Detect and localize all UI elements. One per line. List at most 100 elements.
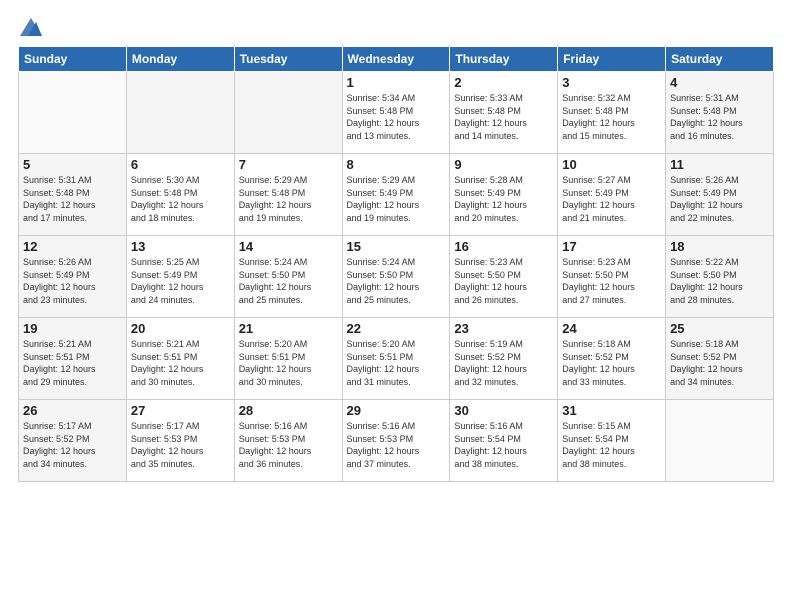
day-info: Sunrise: 5:34 AM Sunset: 5:48 PM Dayligh…: [347, 92, 446, 142]
calendar-cell: 4 Sunrise: 5:31 AM Sunset: 5:48 PM Daylig…: [666, 72, 774, 154]
day-number: 27: [131, 403, 230, 418]
calendar-cell: 19 Sunrise: 5:21 AM Sunset: 5:51 PM Dayli…: [19, 318, 127, 400]
day-info: Sunrise: 5:31 AM Sunset: 5:48 PM Dayligh…: [23, 174, 122, 224]
calendar-cell: 15 Sunrise: 5:24 AM Sunset: 5:50 PM Dayli…: [342, 236, 450, 318]
calendar-cell: 11Sunrise: 5:26 AM Sunset: 5:49 PM Dayli…: [666, 154, 774, 236]
calendar-cell: 2Sunrise: 5:33 AM Sunset: 5:48 PM Daylig…: [450, 72, 558, 154]
calendar-cell: 5Sunrise: 5:31 AM Sunset: 5:48 PM Daylig…: [19, 154, 127, 236]
day-number: 25: [670, 321, 769, 336]
day-info: Sunrise: 5:31 AM Sunset: 5:48 PM Dayligh…: [670, 92, 769, 142]
day-info: Sunrise: 5:21 AM Sunset: 5:51 PM Dayligh…: [131, 338, 230, 388]
day-number: 10: [562, 157, 661, 172]
day-number: 20: [131, 321, 230, 336]
weekday-header-row: SundayMondayTuesdayWednesdayThursdayFrid…: [19, 47, 774, 72]
header: [18, 18, 774, 36]
calendar-cell: [126, 72, 234, 154]
day-info: Sunrise: 5:17 AM Sunset: 5:53 PM Dayligh…: [131, 420, 230, 470]
day-info: Sunrise: 5:19 AM Sunset: 5:52 PM Dayligh…: [454, 338, 553, 388]
day-info: Sunrise: 5:26 AM Sunset: 5:49 PM Dayligh…: [23, 256, 122, 306]
day-info: Sunrise: 5:18 AM Sunset: 5:52 PM Dayligh…: [562, 338, 661, 388]
calendar-cell: 8 Sunrise: 5:29 AM Sunset: 5:49 PM Daylig…: [342, 154, 450, 236]
calendar-cell: 29Sunrise: 5:16 AM Sunset: 5:53 PM Dayli…: [342, 400, 450, 482]
calendar-cell: 25Sunrise: 5:18 AM Sunset: 5:52 PM Dayli…: [666, 318, 774, 400]
day-info: Sunrise: 5:26 AM Sunset: 5:49 PM Dayligh…: [670, 174, 769, 224]
calendar: SundayMondayTuesdayWednesdayThursdayFrid…: [18, 46, 774, 482]
day-info: Sunrise: 5:29 AM Sunset: 5:48 PM Dayligh…: [239, 174, 338, 224]
calendar-cell: 6Sunrise: 5:30 AM Sunset: 5:48 PM Daylig…: [126, 154, 234, 236]
day-info: Sunrise: 5:24 AM Sunset: 5:50 PM Dayligh…: [239, 256, 338, 306]
day-number: 28: [239, 403, 338, 418]
day-number: 21: [239, 321, 338, 336]
calendar-cell: 17 Sunrise: 5:23 AM Sunset: 5:50 PM Dayli…: [558, 236, 666, 318]
calendar-cell: 27 Sunrise: 5:17 AM Sunset: 5:53 PM Dayli…: [126, 400, 234, 482]
day-number: 15: [347, 239, 446, 254]
day-number: 8: [347, 157, 446, 172]
calendar-cell: 3 Sunrise: 5:32 AM Sunset: 5:48 PM Daylig…: [558, 72, 666, 154]
weekday-header-wednesday: Wednesday: [342, 47, 450, 72]
day-info: Sunrise: 5:21 AM Sunset: 5:51 PM Dayligh…: [23, 338, 122, 388]
day-info: Sunrise: 5:16 AM Sunset: 5:54 PM Dayligh…: [454, 420, 553, 470]
calendar-cell: 24 Sunrise: 5:18 AM Sunset: 5:52 PM Dayli…: [558, 318, 666, 400]
day-info: Sunrise: 5:15 AM Sunset: 5:54 PM Dayligh…: [562, 420, 661, 470]
calendar-cell: 23 Sunrise: 5:19 AM Sunset: 5:52 PM Dayli…: [450, 318, 558, 400]
day-info: Sunrise: 5:16 AM Sunset: 5:53 PM Dayligh…: [239, 420, 338, 470]
day-number: 14: [239, 239, 338, 254]
week-row-4: 19 Sunrise: 5:21 AM Sunset: 5:51 PM Dayli…: [19, 318, 774, 400]
day-number: 9: [454, 157, 553, 172]
day-number: 18: [670, 239, 769, 254]
day-number: 24: [562, 321, 661, 336]
weekday-header-sunday: Sunday: [19, 47, 127, 72]
weekday-header-tuesday: Tuesday: [234, 47, 342, 72]
day-number: 2: [454, 75, 553, 90]
day-number: 31: [562, 403, 661, 418]
weekday-header-thursday: Thursday: [450, 47, 558, 72]
day-info: Sunrise: 5:32 AM Sunset: 5:48 PM Dayligh…: [562, 92, 661, 142]
day-info: Sunrise: 5:28 AM Sunset: 5:49 PM Dayligh…: [454, 174, 553, 224]
calendar-cell: 16 Sunrise: 5:23 AM Sunset: 5:50 PM Dayli…: [450, 236, 558, 318]
page: SundayMondayTuesdayWednesdayThursdayFrid…: [0, 0, 792, 612]
day-number: 19: [23, 321, 122, 336]
calendar-cell: 20 Sunrise: 5:21 AM Sunset: 5:51 PM Dayli…: [126, 318, 234, 400]
day-info: Sunrise: 5:17 AM Sunset: 5:52 PM Dayligh…: [23, 420, 122, 470]
logo: [18, 18, 42, 36]
day-number: 7: [239, 157, 338, 172]
calendar-cell: 7 Sunrise: 5:29 AM Sunset: 5:48 PM Daylig…: [234, 154, 342, 236]
weekday-header-monday: Monday: [126, 47, 234, 72]
day-info: Sunrise: 5:24 AM Sunset: 5:50 PM Dayligh…: [347, 256, 446, 306]
calendar-cell: 28 Sunrise: 5:16 AM Sunset: 5:53 PM Dayli…: [234, 400, 342, 482]
calendar-cell: 18 Sunrise: 5:22 AM Sunset: 5:50 PM Dayli…: [666, 236, 774, 318]
day-info: Sunrise: 5:27 AM Sunset: 5:49 PM Dayligh…: [562, 174, 661, 224]
week-row-5: 26Sunrise: 5:17 AM Sunset: 5:52 PM Dayli…: [19, 400, 774, 482]
day-number: 16: [454, 239, 553, 254]
day-info: Sunrise: 5:23 AM Sunset: 5:50 PM Dayligh…: [454, 256, 553, 306]
calendar-cell: 30Sunrise: 5:16 AM Sunset: 5:54 PM Dayli…: [450, 400, 558, 482]
day-info: Sunrise: 5:25 AM Sunset: 5:49 PM Dayligh…: [131, 256, 230, 306]
day-info: Sunrise: 5:23 AM Sunset: 5:50 PM Dayligh…: [562, 256, 661, 306]
day-number: 3: [562, 75, 661, 90]
logo-icon: [20, 18, 42, 36]
day-number: 23: [454, 321, 553, 336]
calendar-cell: [234, 72, 342, 154]
day-number: 13: [131, 239, 230, 254]
day-number: 29: [347, 403, 446, 418]
day-number: 12: [23, 239, 122, 254]
day-info: Sunrise: 5:20 AM Sunset: 5:51 PM Dayligh…: [239, 338, 338, 388]
day-info: Sunrise: 5:29 AM Sunset: 5:49 PM Dayligh…: [347, 174, 446, 224]
calendar-cell: 12 Sunrise: 5:26 AM Sunset: 5:49 PM Dayli…: [19, 236, 127, 318]
calendar-cell: [19, 72, 127, 154]
calendar-cell: 22 Sunrise: 5:20 AM Sunset: 5:51 PM Dayli…: [342, 318, 450, 400]
day-info: Sunrise: 5:30 AM Sunset: 5:48 PM Dayligh…: [131, 174, 230, 224]
day-number: 22: [347, 321, 446, 336]
day-number: 17: [562, 239, 661, 254]
calendar-cell: 13 Sunrise: 5:25 AM Sunset: 5:49 PM Dayli…: [126, 236, 234, 318]
calendar-cell: 26Sunrise: 5:17 AM Sunset: 5:52 PM Dayli…: [19, 400, 127, 482]
day-info: Sunrise: 5:20 AM Sunset: 5:51 PM Dayligh…: [347, 338, 446, 388]
day-number: 4: [670, 75, 769, 90]
calendar-cell: 14 Sunrise: 5:24 AM Sunset: 5:50 PM Dayli…: [234, 236, 342, 318]
week-row-1: 1 Sunrise: 5:34 AM Sunset: 5:48 PM Daylig…: [19, 72, 774, 154]
calendar-cell: 10 Sunrise: 5:27 AM Sunset: 5:49 PM Dayli…: [558, 154, 666, 236]
weekday-header-friday: Friday: [558, 47, 666, 72]
day-info: Sunrise: 5:22 AM Sunset: 5:50 PM Dayligh…: [670, 256, 769, 306]
day-number: 1: [347, 75, 446, 90]
week-row-2: 5Sunrise: 5:31 AM Sunset: 5:48 PM Daylig…: [19, 154, 774, 236]
